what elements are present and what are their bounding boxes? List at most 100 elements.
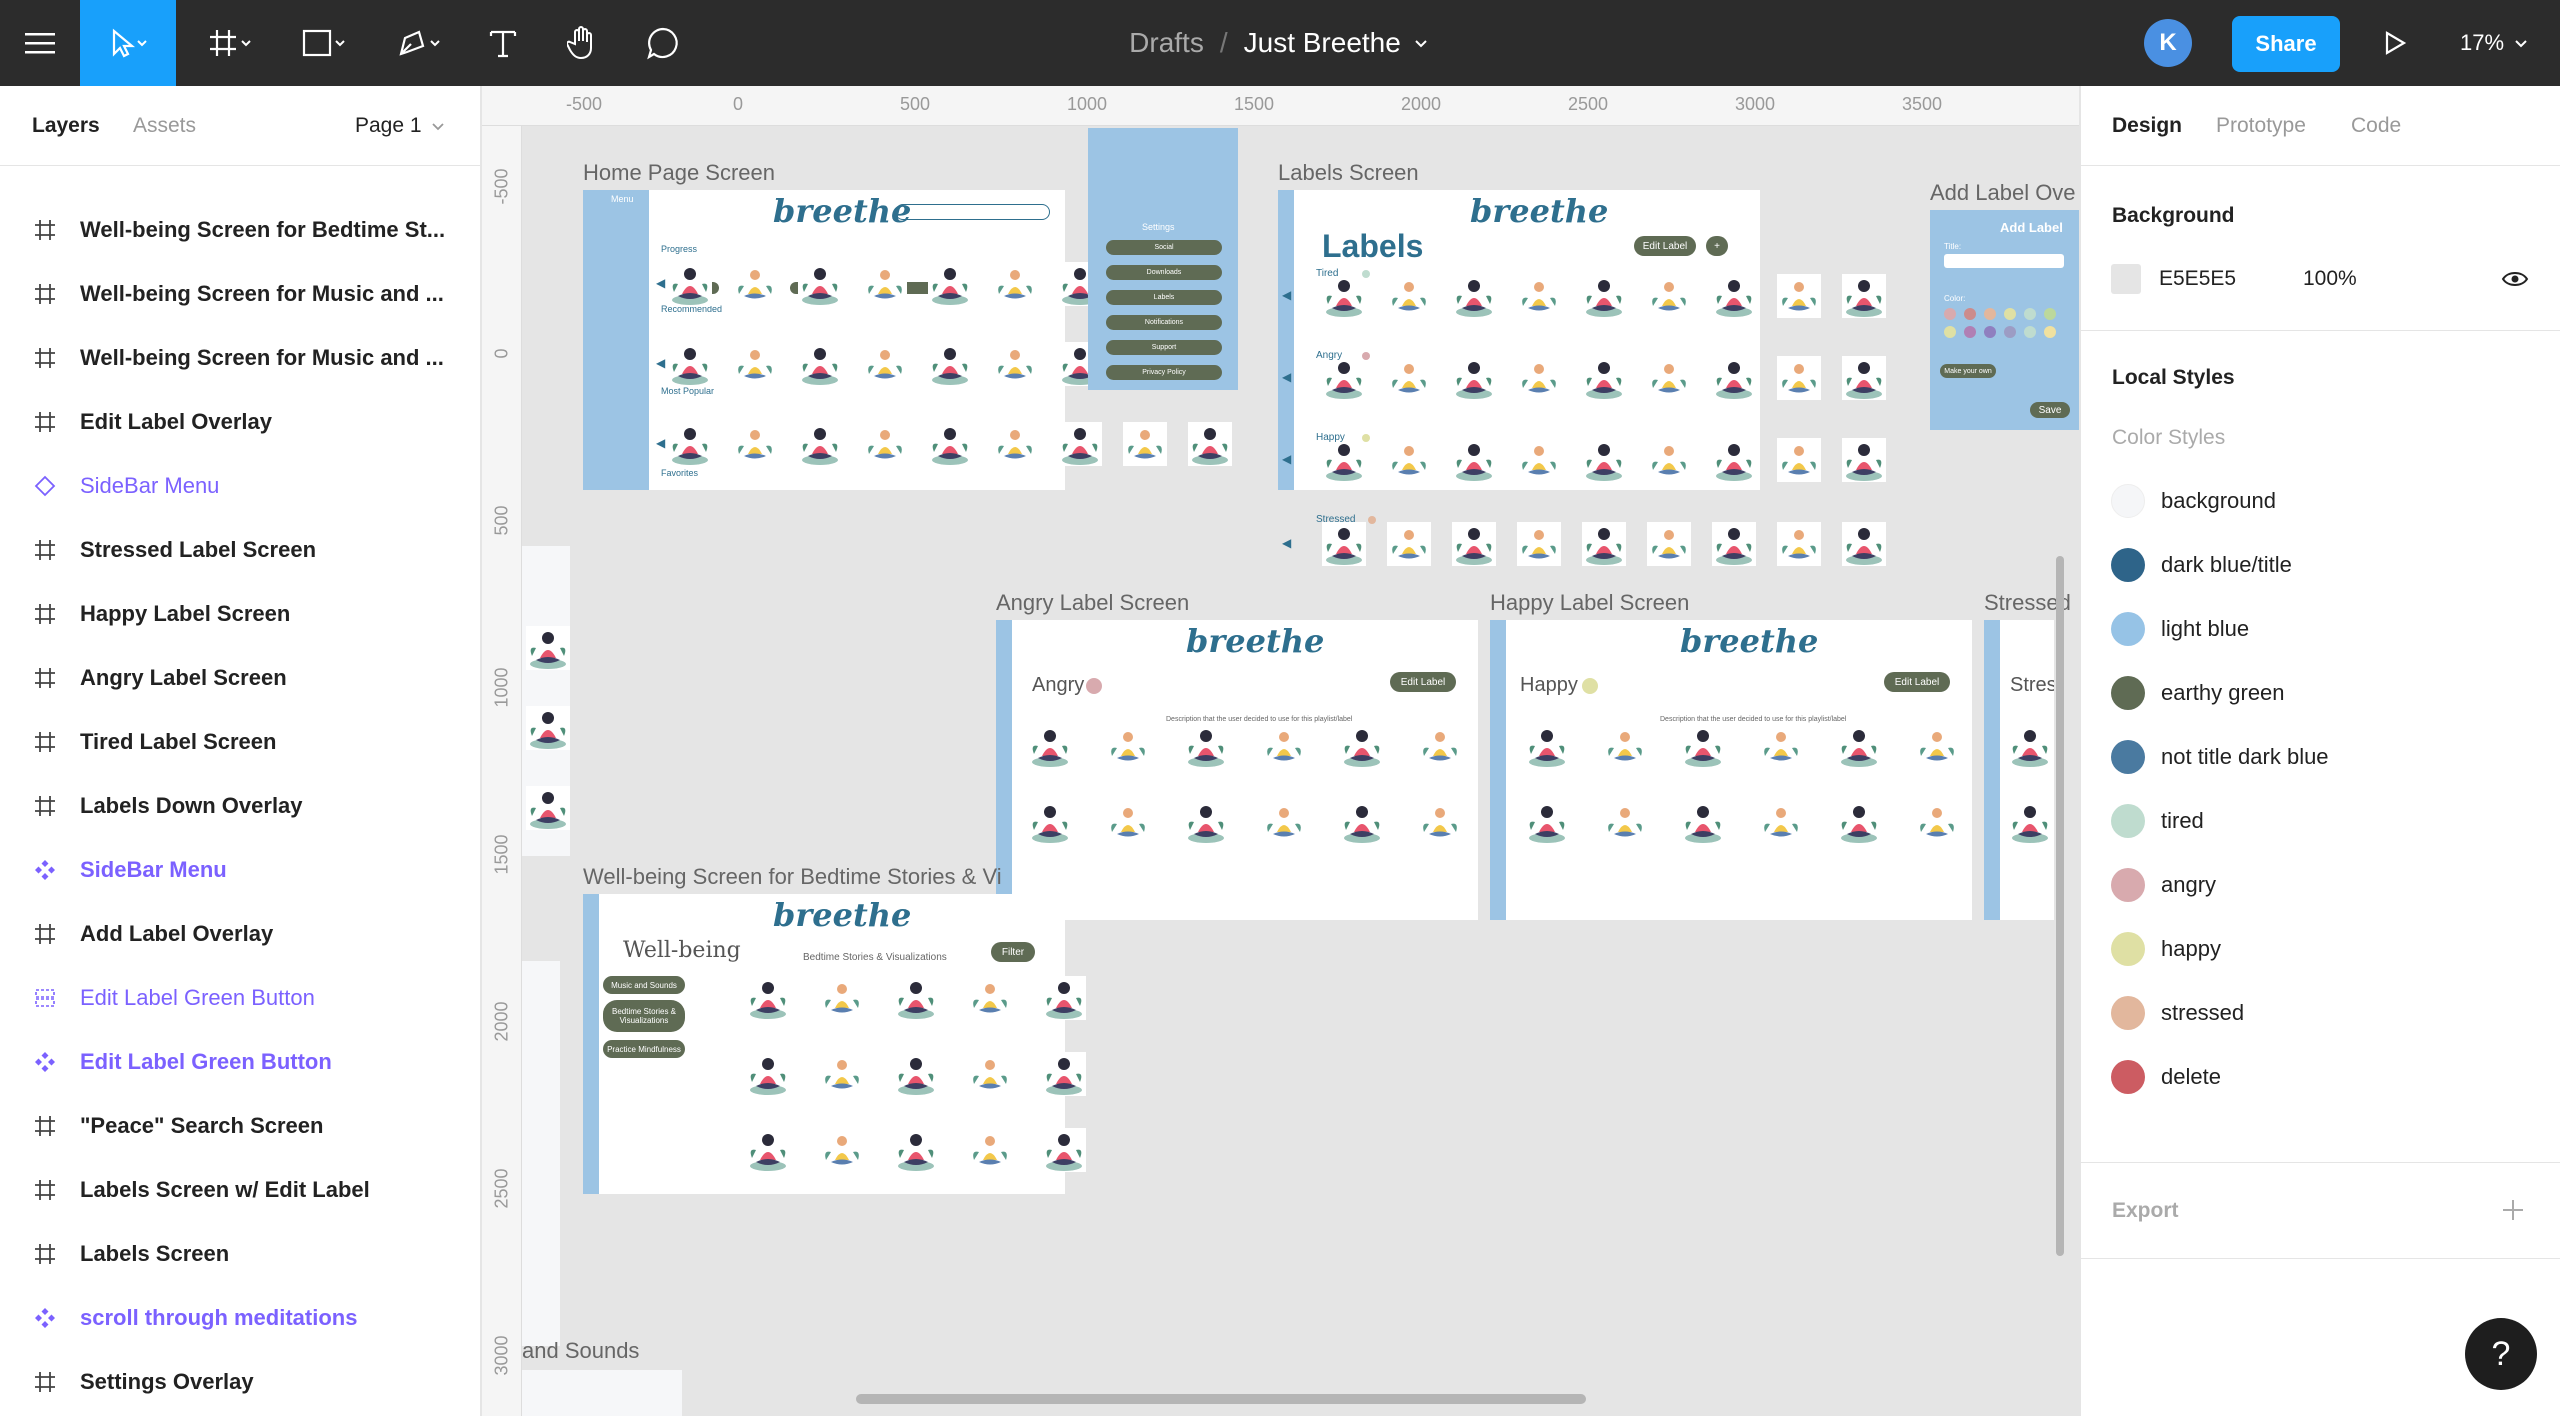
ruler-tick-label: 3500 [1902,94,1943,114]
zoom-control[interactable]: 17% [2450,0,2540,86]
vertical-scrollbar[interactable] [2056,556,2064,1256]
meditation-thumbnail [1418,724,1462,768]
toolbar: Drafts / Just Breethe K Share 17% [0,0,2560,86]
meditation-thumbnail [1106,724,1150,768]
layer-item[interactable]: Edit Label Overlay [0,390,480,454]
tab-code[interactable]: Code [2351,114,2401,138]
frame-stressed-label-screen[interactable]: Stresse [1984,620,2054,920]
frame-settings-overlay[interactable]: Settings Social Downloads Labels Notificati… [1088,128,1238,390]
frame-label-addlabel[interactable]: Add Label Ove [1930,180,2076,206]
chevron-down-icon[interactable] [1411,33,1431,53]
layer-item[interactable]: Edit Label Green Button [0,1030,480,1094]
main-menu-button[interactable] [0,0,80,86]
layer-item[interactable]: Settings Overlay [0,1350,480,1414]
color-style-item[interactable]: earthy green [2111,676,2285,710]
eye-icon[interactable] [2501,269,2529,289]
layer-label: "Peace" Search Screen [80,1113,324,1138]
layer-label: SideBar Menu [80,473,220,498]
partial-frame-left-2[interactable] [522,961,560,1346]
labels-edit-button: Edit Label [1634,236,1696,256]
color-style-item[interactable]: dark blue/title [2111,548,2292,582]
meditation-thumbnail [968,1128,1012,1172]
color-style-item[interactable]: light blue [2111,612,2249,646]
layer-item[interactable]: scroll through meditations [0,1286,480,1350]
tab-design[interactable]: Design [2112,114,2182,138]
layer-item[interactable]: SideBar Menu [0,454,480,518]
layer-item[interactable]: Well-being Screen for Music and ... [0,326,480,390]
frame-label-wellbeing[interactable]: Well-being Screen for Bedtime Stories & … [583,864,1002,890]
partial-frame-music[interactable] [522,1370,682,1416]
tab-prototype[interactable]: Prototype [2216,114,2306,138]
tab-layers[interactable]: Layers [32,114,100,138]
meditation-thumbnail [993,262,1037,306]
layer-item[interactable]: Add Label Overlay [0,902,480,966]
wellbeing-category-pill: Practice Mindfulness [603,1040,685,1058]
layer-item[interactable]: Edit Label Green Button [0,966,480,1030]
help-button[interactable]: ? [2465,1318,2537,1390]
settings-item: Notifications [1106,315,1222,330]
layer-item[interactable]: Well-being Screen for Bedtime St... [0,198,480,262]
layer-item[interactable]: Angry Label Screen [0,646,480,710]
horizontal-scrollbar[interactable] [856,1394,1586,1404]
meditation-thumbnail [1452,356,1496,400]
layer-label: Well-being Screen for Music and ... [80,345,444,370]
frame-happy-label-screen[interactable]: breethe Happy Edit Label Description tha… [1490,620,1972,920]
meditation-thumbnail [1340,800,1384,844]
file-name[interactable]: Just Breethe [1244,27,1401,59]
present-button[interactable] [2370,0,2420,86]
plus-icon[interactable] [2501,1198,2525,1222]
move-tool-button[interactable] [80,0,176,86]
meditation-thumbnail [928,422,972,466]
layer-item[interactable]: SideBar Menu [0,838,480,902]
color-style-item[interactable]: delete [2111,1060,2221,1094]
tab-assets[interactable]: Assets [133,114,196,138]
frame-label-happy[interactable]: Happy Label Screen [1490,590,1689,616]
breadcrumb-parent[interactable]: Drafts [1129,27,1204,59]
color-style-item[interactable]: not title dark blue [2111,740,2329,774]
chevron-left-icon: ◀ [1282,370,1292,384]
frame-add-label-overlay[interactable]: Add Label Title: Color: Make your own Sa… [1930,210,2079,430]
frame-tool-button[interactable] [196,0,266,86]
comment-tool-button[interactable] [635,0,691,86]
frame-angry-label-screen[interactable]: breethe Angry Edit Label Description tha… [996,620,1478,920]
shape-tool-button[interactable] [290,0,360,86]
background-swatch[interactable] [2111,264,2141,294]
component-icon [30,855,60,885]
page-selector[interactable]: Page 1 [355,114,446,138]
color-style-item[interactable]: tired [2111,804,2204,838]
addlabel-color-label: Color: [1944,294,1966,303]
layer-item[interactable]: Labels Screen [0,1222,480,1286]
layer-item[interactable]: "Peace" Search Screen [0,1094,480,1158]
share-button[interactable]: Share [2232,16,2340,72]
pen-tool-button[interactable] [385,0,455,86]
meditation-thumbnail [733,262,777,306]
happy-description: Description that the user decided to use… [1660,716,1847,723]
color-style-item[interactable]: stressed [2111,996,2244,1030]
layer-item[interactable]: Stressed Label Screen [0,518,480,582]
cursor-icon [112,28,147,58]
frame-label-angry[interactable]: Angry Label Screen [996,590,1189,616]
hand-tool-button[interactable] [555,0,611,86]
layer-item[interactable]: Happy Label Screen [0,582,480,646]
frame-label-music[interactable]: and Sounds [522,1338,639,1364]
layer-item[interactable]: Labels Screen w/ Edit Label [0,1158,480,1222]
layer-label: Stressed Label Screen [80,537,317,562]
layer-item[interactable]: Tired Label Screen [0,710,480,774]
avatar[interactable]: K [2144,19,2192,67]
frame-label-home[interactable]: Home Page Screen [583,160,775,186]
right-panel-tabs: Design Prototype Code [2081,86,2560,166]
background-opacity[interactable]: 100% [2303,267,2357,291]
frame-label-labels[interactable]: Labels Screen [1278,160,1419,186]
layer-item[interactable]: Labels Down Overlay [0,774,480,838]
color-style-item[interactable]: background [2111,484,2276,518]
layer-label: Labels Screen w/ Edit Label [80,1177,370,1202]
meditation-thumbnail [1042,1052,1086,1096]
text-tool-button[interactable] [475,0,531,86]
layer-item[interactable]: Well-being Screen for Music and ... [0,262,480,326]
background-hex[interactable]: E5E5E5 [2159,267,2236,291]
color-style-item[interactable]: happy [2111,932,2221,966]
meditation-thumbnail [820,1052,864,1096]
canvas[interactable]: -500 0 500 1000 1500 2000 2500 3000 3500 -500 0 50… [482,86,2079,1416]
color-style-item[interactable]: angry [2111,868,2216,902]
meditation-thumbnail [993,342,1037,386]
